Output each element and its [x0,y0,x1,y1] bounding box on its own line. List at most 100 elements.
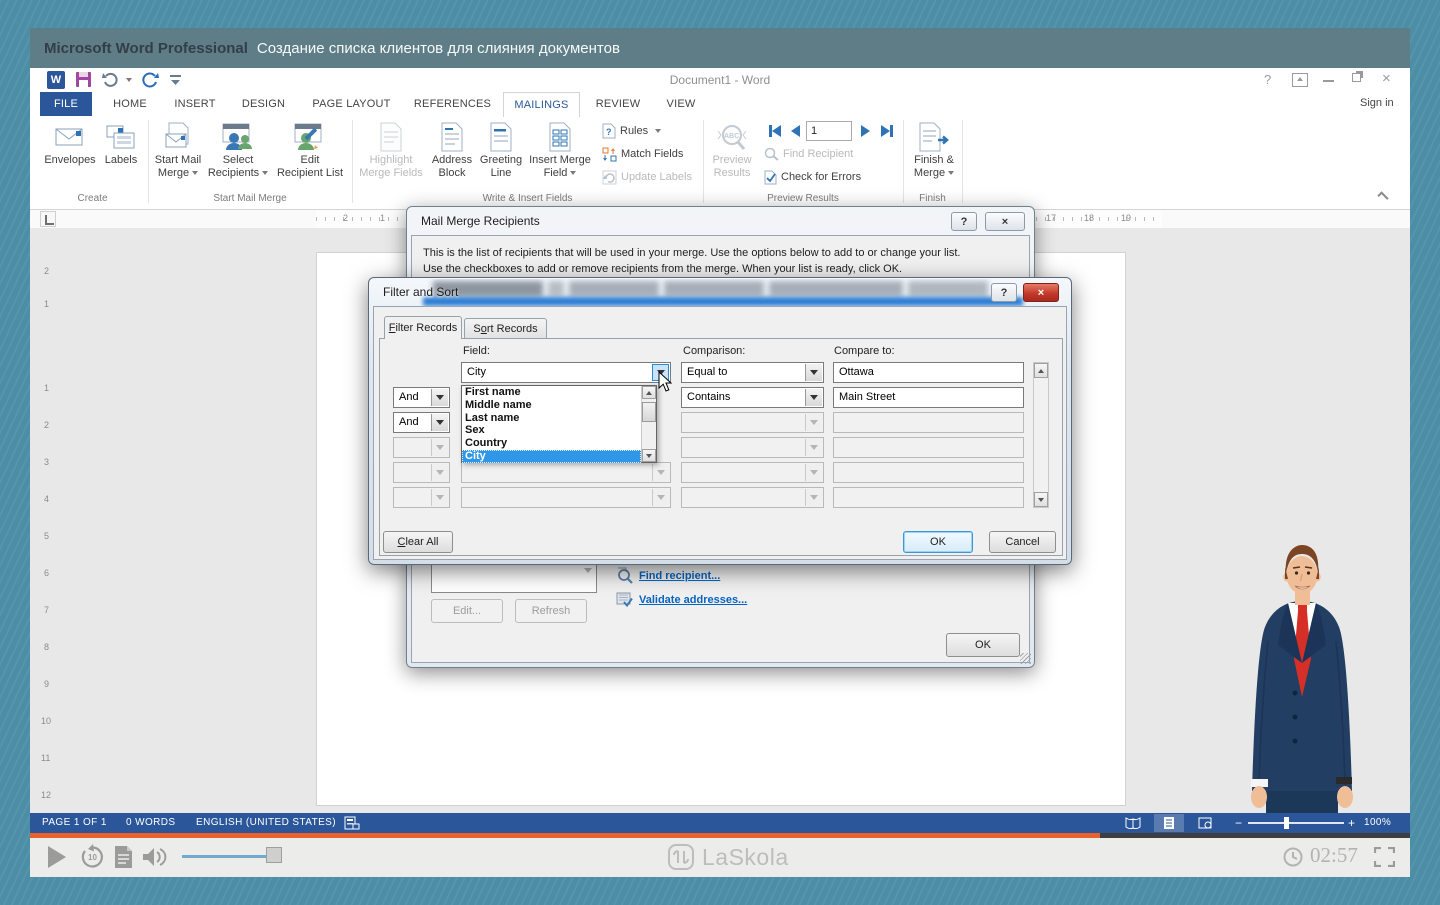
tab-page-layout[interactable]: PAGE LAYOUT [303,92,400,116]
and-or-combo[interactable]: And [393,412,450,433]
zoom-in-button[interactable]: + [1348,813,1355,833]
scroll-down-icon[interactable] [642,449,656,462]
zoom-slider-track[interactable] [1248,822,1344,824]
resize-grip[interactable] [1020,653,1031,664]
print-layout-button[interactable] [1154,814,1184,832]
next-record-button[interactable] [858,121,872,141]
insert-merge-field-button[interactable]: Insert Merge Field [526,120,594,190]
compare-to-input[interactable]: Main Street [833,387,1024,408]
word-count[interactable]: 0 WORDS [126,813,175,833]
scroll-up-icon[interactable] [1034,363,1048,378]
page-indicator[interactable]: PAGE 1 OF 1 [42,813,107,833]
match-fields-button[interactable]: Match Fields [602,145,683,163]
scroll-up-icon[interactable] [642,386,656,399]
dialog-help-button[interactable]: ? [991,283,1017,302]
comparison-combo[interactable]: Contains [681,387,824,408]
tab-references[interactable]: REFERENCES [410,92,495,116]
compare-to-input[interactable]: Ottawa [833,362,1024,383]
macro-record-icon[interactable] [344,816,360,830]
find-recipient-link[interactable]: Find recipient... [639,570,720,582]
web-layout-button[interactable] [1190,814,1220,832]
collapse-ribbon-icon[interactable] [1378,194,1388,200]
tab-sort-records[interactable]: Sort Records [464,318,547,338]
vertical-ruler[interactable]: 21123456789101112 [38,228,56,813]
volume-icon[interactable] [142,846,168,868]
tab-view[interactable]: VIEW [655,92,707,116]
dialog-close-button[interactable]: × [985,212,1025,231]
play-button[interactable] [48,846,66,868]
field-dropdown-item[interactable]: Country [462,437,641,450]
start-mail-merge-button[interactable]: Start Mail Merge [152,120,204,190]
comparison-combo-disabled [681,487,824,508]
finish-merge-button[interactable]: Finish & Merge [908,120,960,190]
help-icon[interactable]: ? [1264,72,1271,88]
scroll-down-icon[interactable] [1034,492,1048,507]
comparison-label: Comparison: [683,345,745,357]
svg-text:?: ? [606,127,612,137]
ruler-number: 4 [44,494,49,504]
language-indicator[interactable]: ENGLISH (UNITED STATES) [196,813,336,833]
compare-to-input-disabled [833,437,1024,458]
tab-mailings[interactable]: MAILINGS [503,92,580,117]
dialog-help-button[interactable]: ? [951,212,977,231]
record-number-input[interactable] [806,121,852,141]
group-separator [352,120,353,203]
rows-scrollbar[interactable] [1033,362,1049,508]
previous-record-button[interactable] [788,121,802,141]
combo-arrow-icon[interactable] [431,389,448,406]
dropdown-scrollbar[interactable] [641,386,656,462]
fullscreen-icon[interactable] [1374,847,1395,867]
volume-slider-thumb[interactable] [266,847,282,863]
zoom-slider-thumb[interactable] [1284,817,1289,829]
zoom-level[interactable]: 100% [1364,813,1391,833]
filter-ok-button[interactable]: OK [903,531,973,553]
brand-label: LaSkola [702,844,789,871]
rules-button[interactable]: ? Rules [602,122,661,140]
tab-review[interactable]: REVIEW [588,92,648,116]
first-record-button[interactable] [766,121,784,141]
edit-recipient-list-button[interactable]: Edit Recipient List [272,120,348,190]
envelopes-button[interactable]: Envelopes [44,120,96,190]
and-or-combo[interactable]: And [393,387,450,408]
clear-all-button[interactable]: Clear All [383,531,453,553]
preview-results-icon: ABC [715,123,749,151]
select-recipients-button[interactable]: Select Recipients [208,120,268,190]
field-dropdown-item[interactable]: First name [462,386,641,399]
tab-home[interactable]: HOME [100,92,160,116]
recipients-ok-button[interactable]: OK [946,633,1020,657]
zoom-out-button[interactable]: − [1235,813,1242,833]
ribbon-display-options-icon[interactable] [1292,73,1308,87]
filter-cancel-button[interactable]: Cancel [989,531,1056,553]
insert-merge-field-icon [548,122,572,152]
field-combo[interactable]: City [461,362,671,383]
scroll-thumb[interactable] [642,402,656,422]
field-dropdown-item[interactable]: Middle name [462,399,641,412]
combo-arrow-icon[interactable] [805,389,822,406]
address-block-button[interactable]: Address Block [428,120,476,190]
labels-button[interactable]: Labels [98,120,144,190]
tab-design[interactable]: DESIGN [233,92,294,116]
combo-arrow-icon[interactable] [805,364,822,381]
comparison-combo[interactable]: Equal to [681,362,824,383]
field-dropdown-item[interactable]: Last name [462,412,641,425]
restore-icon[interactable] [1352,73,1361,82]
sign-in-link[interactable]: Sign in [1360,97,1394,109]
dialog-close-button[interactable]: × [1023,283,1059,302]
tab-stop-selector[interactable] [40,211,56,227]
tab-filter-records[interactable]: Filter Records [384,316,462,339]
close-icon[interactable]: × [1382,71,1391,87]
greeting-line-button[interactable]: Greeting Line [478,120,524,190]
tab-insert[interactable]: INSERT [165,92,225,116]
minimize-icon[interactable] [1323,80,1334,82]
validate-addresses-link[interactable]: Validate addresses... [639,594,747,606]
find-recipient-icon [764,147,779,161]
check-for-errors-button[interactable]: Check for Errors [764,168,861,186]
last-record-button[interactable] [878,121,896,141]
field-dropdown-item[interactable]: City [462,450,641,463]
tab-file[interactable]: FILE [40,92,92,116]
combo-arrow-icon[interactable] [431,414,448,431]
field-dropdown-item[interactable]: Sex [462,424,641,437]
notes-icon[interactable] [114,845,133,869]
labels-icon [106,124,136,150]
read-mode-button[interactable] [1118,814,1148,832]
